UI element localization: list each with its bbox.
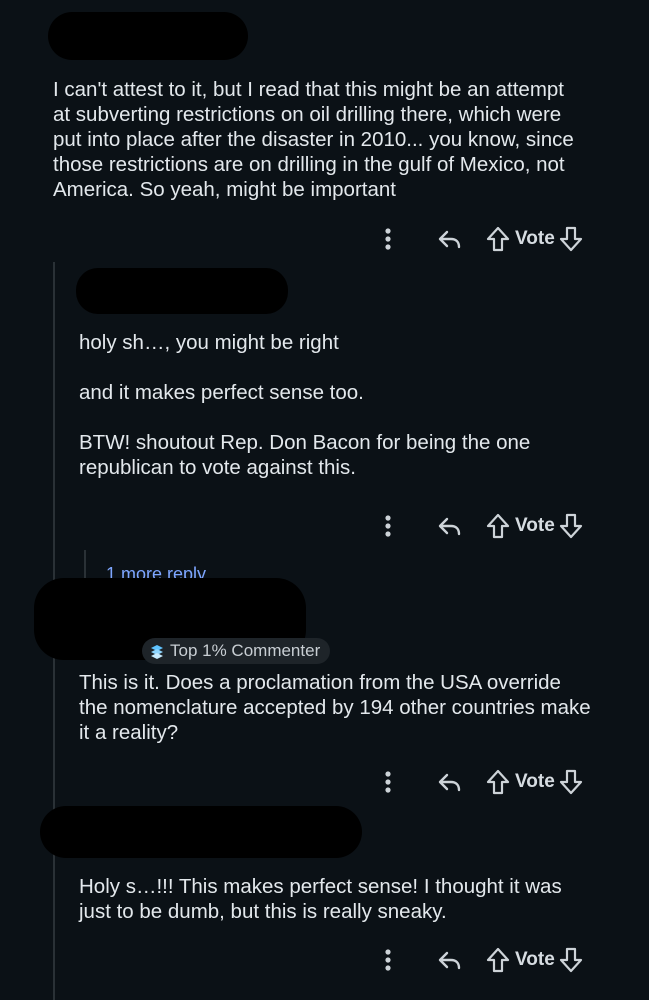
downvote-icon bbox=[559, 513, 582, 539]
comment-actions: Vote bbox=[372, 943, 583, 977]
downvote-button[interactable] bbox=[559, 947, 583, 973]
reply-icon bbox=[438, 951, 461, 970]
more-options-button[interactable] bbox=[372, 770, 404, 794]
more-vertical-icon bbox=[385, 771, 391, 793]
downvote-icon bbox=[559, 947, 582, 973]
comment-body: Holy s…!!! This makes perfect sense! I t… bbox=[79, 875, 562, 923]
upvote-button[interactable] bbox=[486, 947, 510, 973]
top-commenter-badge: Top 1% Commenter bbox=[142, 638, 331, 664]
more-options-button[interactable] bbox=[372, 514, 404, 538]
more-options-button[interactable] bbox=[372, 227, 404, 251]
more-vertical-icon bbox=[385, 228, 391, 250]
badge-label: Top 1% Commenter bbox=[170, 641, 321, 660]
vote-count: Vote bbox=[515, 949, 555, 970]
reply-icon bbox=[438, 773, 461, 792]
upvote-button[interactable] bbox=[486, 769, 510, 795]
downvote-icon bbox=[559, 769, 582, 795]
redacted-username bbox=[76, 268, 288, 314]
vote-count: Vote bbox=[515, 228, 555, 249]
downvote-button[interactable] bbox=[559, 513, 583, 539]
more-options-button[interactable] bbox=[372, 948, 404, 972]
comment-body: holy sh…, you might be right and it make… bbox=[79, 331, 531, 479]
more-vertical-icon bbox=[385, 515, 391, 537]
reply-icon bbox=[438, 517, 461, 536]
downvote-icon bbox=[559, 226, 582, 252]
reply-icon bbox=[438, 230, 461, 249]
reply-button[interactable] bbox=[430, 227, 470, 251]
comment-body: This is it. Does a proclamation from the… bbox=[79, 671, 591, 744]
downvote-button[interactable] bbox=[559, 226, 583, 252]
redacted-username bbox=[48, 12, 248, 60]
comment-actions: Vote bbox=[372, 765, 583, 799]
reply-button[interactable] bbox=[430, 948, 470, 972]
comment-actions: Vote bbox=[372, 222, 583, 256]
redacted-username bbox=[40, 806, 362, 858]
upvote-button[interactable] bbox=[486, 226, 510, 252]
vote-count: Vote bbox=[515, 515, 555, 536]
comment-body: I can't attest to it, but I read that th… bbox=[53, 78, 574, 201]
reply-button[interactable] bbox=[430, 514, 470, 538]
upvote-icon bbox=[486, 226, 510, 252]
vote-count: Vote bbox=[515, 771, 555, 792]
upvote-icon bbox=[486, 947, 510, 973]
comment-actions: Vote bbox=[372, 509, 583, 543]
badge-icon bbox=[151, 645, 163, 659]
upvote-button[interactable] bbox=[486, 513, 510, 539]
upvote-icon bbox=[486, 769, 510, 795]
reply-button[interactable] bbox=[430, 770, 470, 794]
more-vertical-icon bbox=[385, 949, 391, 971]
downvote-button[interactable] bbox=[559, 769, 583, 795]
upvote-icon bbox=[486, 513, 510, 539]
